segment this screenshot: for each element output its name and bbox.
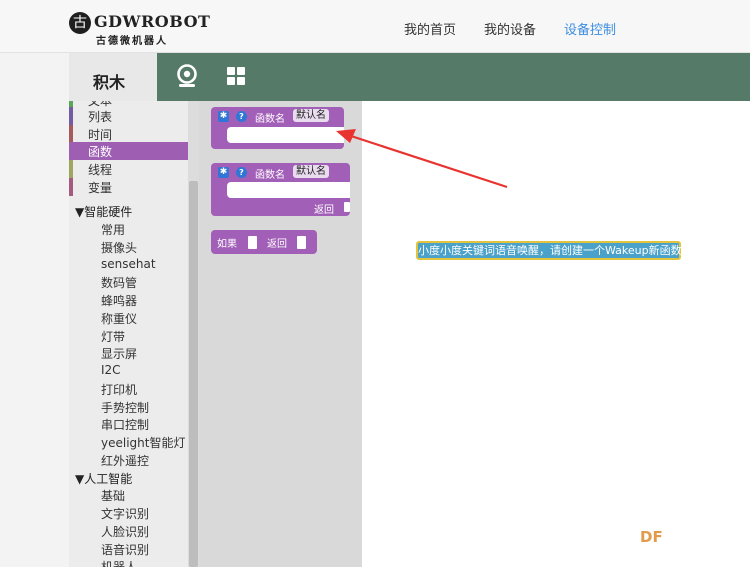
category-color	[69, 142, 73, 160]
watermark: DF	[640, 528, 663, 546]
category-label: 线程	[88, 163, 113, 177]
hardware-item[interactable]: 数码管	[101, 274, 137, 291]
hardware-item[interactable]: 红外遥控	[101, 452, 149, 469]
return-input	[297, 236, 306, 249]
category-label: 时间	[88, 128, 113, 142]
ai-item[interactable]: 语音识别	[101, 541, 149, 558]
category-variables[interactable]: 变量	[69, 178, 188, 196]
logo-subtitle: 古德微机器人	[96, 36, 168, 47]
gear-icon[interactable]: ✱	[218, 167, 229, 178]
nav-home[interactable]: 我的首页	[404, 19, 456, 38]
tab-blocks-label: 积木	[93, 73, 126, 92]
category-time[interactable]: 时间	[69, 125, 188, 143]
editor-toolbar	[69, 53, 750, 101]
category-color	[69, 107, 73, 125]
category-functions[interactable]: 函数	[69, 142, 188, 160]
webcam-icon[interactable]	[176, 64, 198, 88]
left-margin	[0, 53, 69, 567]
if-label: 如果	[217, 239, 237, 250]
category-list[interactable]: 列表	[69, 107, 188, 125]
group-ai[interactable]: ▼人工智能	[75, 470, 132, 487]
help-icon[interactable]: ?	[236, 111, 247, 122]
hardware-item[interactable]: 蜂鸣器	[101, 292, 137, 309]
ai-item[interactable]: 机器人	[101, 558, 137, 567]
hardware-item[interactable]: 打印机	[101, 381, 137, 398]
ai-item[interactable]: 人脸识别	[101, 523, 149, 540]
workspace-hint-comment[interactable]: 小度小度关键词语音唤醒，请创建一个Wakeup新函数	[416, 241, 682, 260]
logo-title: GDWROBOT	[94, 12, 211, 31]
return-label: 返回	[314, 205, 334, 216]
hardware-item[interactable]: 常用	[101, 221, 125, 238]
category-sidebar: 文本 列表 时间 函数 线程 变量 ▼智能硬件 常用 摄像头 sensehat …	[69, 101, 188, 567]
category-color	[69, 125, 73, 143]
hardware-item[interactable]: 串口控制	[101, 416, 149, 433]
function-block[interactable]: ✱ ? 函数名 默认名	[211, 107, 344, 149]
statement-slot	[227, 127, 344, 143]
hardware-item[interactable]: 称重仪	[101, 310, 137, 327]
hardware-item[interactable]: 灯带	[101, 328, 125, 345]
return-input	[344, 202, 350, 212]
scrollbar-thumb[interactable]	[189, 181, 198, 567]
if-return-block[interactable]: 如果 返回	[211, 230, 317, 254]
ai-item[interactable]: 基础	[101, 487, 125, 504]
category-label: 变量	[88, 181, 113, 195]
logo[interactable]: 古 GDWROBOT 古德微机器人	[69, 10, 210, 47]
category-color	[69, 178, 73, 196]
nav-my-devices[interactable]: 我的设备	[484, 19, 536, 38]
tab-blocks[interactable]: 积木	[69, 53, 157, 101]
hardware-item[interactable]: yeelight智能灯	[101, 434, 185, 451]
ai-item[interactable]: 文字识别	[101, 505, 149, 522]
sidebar-scrollbar[interactable]	[188, 101, 199, 567]
category-threads[interactable]: 线程	[69, 160, 188, 178]
logo-mark: 古	[69, 12, 91, 34]
hardware-item[interactable]: 手势控制	[101, 399, 149, 416]
grid-icon[interactable]	[227, 67, 245, 85]
nav-device-control[interactable]: 设备控制	[564, 19, 616, 38]
function-name-field[interactable]: 默认名	[293, 109, 329, 122]
return-label: 返回	[267, 239, 287, 250]
category-label: 函数	[88, 145, 113, 159]
annotation-arrow	[336, 129, 508, 189]
category-color	[69, 160, 73, 178]
help-icon[interactable]: ?	[236, 167, 247, 178]
group-smart-hardware[interactable]: ▼智能硬件	[75, 203, 132, 220]
hardware-item[interactable]: 显示屏	[101, 345, 137, 362]
condition-input	[248, 236, 257, 249]
hardware-item[interactable]: sensehat	[101, 257, 156, 271]
hardware-item[interactable]: I2C	[101, 363, 121, 377]
gear-icon[interactable]: ✱	[218, 111, 229, 122]
hardware-item[interactable]: 摄像头	[101, 239, 137, 256]
top-navbar: 古 GDWROBOT 古德微机器人 我的首页 我的设备 设备控制	[0, 0, 750, 53]
app-root: 古 GDWROBOT 古德微机器人 我的首页 我的设备 设备控制 积木 文本 列…	[0, 0, 750, 567]
function-block-label: 函数名	[255, 170, 285, 181]
function-block-label: 函数名	[255, 114, 285, 125]
function-name-field[interactable]: 默认名	[293, 165, 329, 178]
category-label: 列表	[88, 110, 113, 124]
